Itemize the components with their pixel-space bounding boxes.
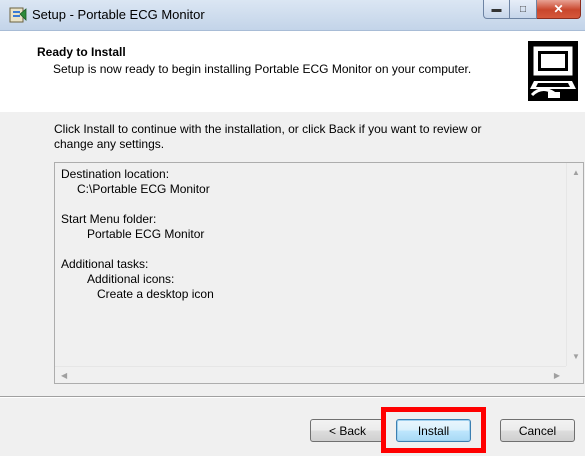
tasks-group: Additional icons: bbox=[87, 272, 175, 286]
wizard-header: Ready to Install Setup is now ready to b… bbox=[0, 31, 585, 112]
scroll-left-icon[interactable]: ◀ bbox=[61, 371, 67, 380]
page-subtitle: Setup is now ready to begin installing P… bbox=[53, 62, 472, 76]
maximize-button[interactable]: □ bbox=[510, 0, 537, 19]
setup-installer-icon bbox=[9, 7, 27, 23]
maximize-icon: □ bbox=[519, 3, 527, 15]
window-title: Setup - Portable ECG Monitor bbox=[32, 7, 205, 22]
intro-text: Click Install to continue with the insta… bbox=[54, 122, 482, 151]
scrollbar-corner bbox=[566, 366, 583, 383]
page-title: Ready to Install bbox=[37, 45, 126, 59]
start-menu-value: Portable ECG Monitor bbox=[87, 227, 205, 241]
vertical-scrollbar[interactable]: ▲ ▼ bbox=[566, 163, 583, 366]
memo-content: Destination location: C:\Portable ECG Mon… bbox=[61, 167, 214, 302]
destination-value: C:\Portable ECG Monitor bbox=[77, 182, 210, 196]
ready-memo[interactable]: Destination location: C:\Portable ECG Mon… bbox=[54, 162, 584, 384]
header-divider bbox=[0, 111, 585, 112]
close-icon: ✕ bbox=[553, 2, 564, 16]
close-button[interactable]: ✕ bbox=[537, 0, 581, 19]
destination-label: Destination location: bbox=[61, 167, 170, 181]
computer-install-icon bbox=[528, 41, 578, 101]
title-bar[interactable]: Setup - Portable ECG Monitor ▬ □ ✕ bbox=[0, 0, 585, 31]
setup-window: Setup - Portable ECG Monitor ▬ □ ✕ Ready… bbox=[0, 0, 585, 456]
minimize-icon: ▬ bbox=[491, 3, 502, 15]
scroll-right-icon[interactable]: ▶ bbox=[554, 371, 560, 380]
minimize-button[interactable]: ▬ bbox=[483, 0, 510, 19]
tasks-label: Additional tasks: bbox=[61, 257, 149, 271]
install-highlight-box bbox=[381, 407, 486, 453]
cancel-button[interactable]: Cancel bbox=[500, 419, 575, 442]
caption-buttons: ▬ □ ✕ bbox=[483, 0, 581, 20]
start-menu-label: Start Menu folder: bbox=[61, 212, 157, 226]
footer-separator bbox=[0, 396, 585, 398]
tasks-item: Create a desktop icon bbox=[97, 287, 214, 301]
back-button[interactable]: < Back bbox=[310, 419, 385, 442]
scroll-down-icon[interactable]: ▼ bbox=[572, 352, 580, 361]
horizontal-scrollbar[interactable]: ◀ ▶ bbox=[55, 366, 566, 383]
scroll-up-icon[interactable]: ▲ bbox=[572, 168, 580, 177]
